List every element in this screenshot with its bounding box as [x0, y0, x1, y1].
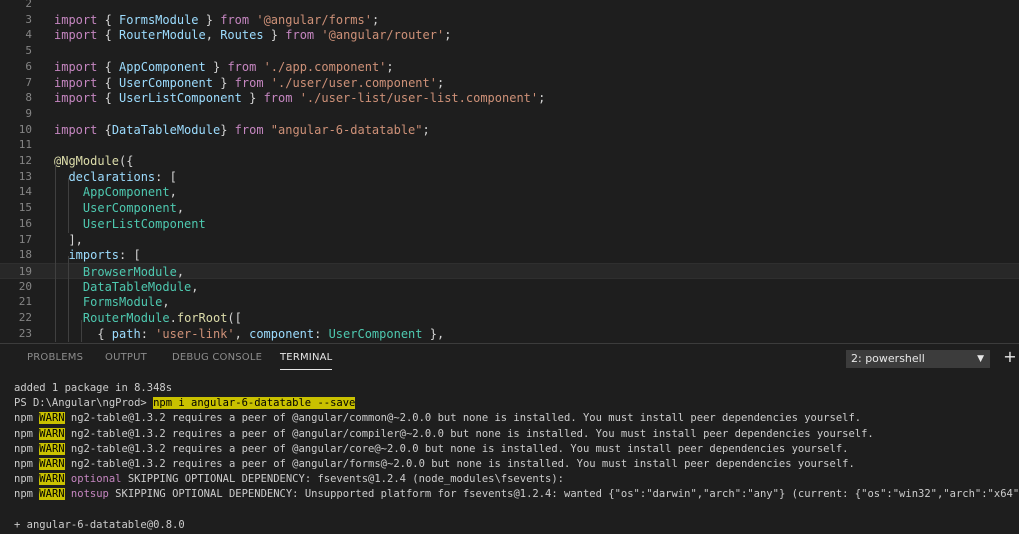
- tab-debug-console[interactable]: DEBUG CONSOLE: [172, 352, 262, 363]
- line-number: 14: [18, 185, 32, 199]
- terminal-line: npm WARN ng2-table@1.3.2 requires a peer…: [14, 457, 855, 470]
- code-text: import { AppComponent } from './app.comp…: [54, 59, 394, 74]
- line-number: 23: [18, 326, 32, 340]
- chevron-down-icon: ▼: [977, 354, 984, 364]
- code-line[interactable]: 9: [0, 106, 1019, 122]
- code-text: import { RouterModule, Routes } from '@a…: [54, 28, 452, 43]
- code-line[interactable]: 22 RouterModule.forRoot([: [0, 310, 1019, 326]
- line-number: 15: [18, 201, 32, 215]
- tab-problems[interactable]: PROBLEMS: [27, 352, 83, 363]
- tab-output[interactable]: OUTPUT: [105, 352, 147, 363]
- code-text: import { UserListComponent } from './use…: [54, 91, 546, 106]
- code-line[interactable]: 20 DataTableModule,: [0, 279, 1019, 295]
- terminal-line: npm WARN optional SKIPPING OPTIONAL DEPE…: [14, 473, 565, 486]
- code-line[interactable]: 18 imports: [: [0, 247, 1019, 263]
- code-line[interactable]: 6 import { AppComponent } from './app.com…: [0, 59, 1019, 75]
- line-number: 21: [18, 295, 32, 309]
- code-line[interactable]: 14 AppComponent,: [0, 184, 1019, 200]
- code-line[interactable]: 17 ],: [0, 232, 1019, 248]
- code-text: FormsModule,: [82, 295, 170, 310]
- code-text: UserComponent,: [82, 201, 185, 216]
- line-number: 5: [25, 44, 32, 58]
- line-number: 12: [18, 154, 32, 167]
- tab-terminal[interactable]: TERMINAL: [280, 352, 333, 370]
- code-text: AppComponent,: [82, 185, 177, 200]
- terminal-line: PS D:\Angular\ngProd> npm i angular-6-da…: [14, 397, 356, 410]
- line-number: 7: [25, 75, 32, 89]
- code-text: import { UserComponent } from './user/us…: [54, 75, 445, 90]
- code-text: DataTableModule,: [82, 279, 199, 294]
- code-text: declarations: [: [68, 169, 177, 184]
- code-line[interactable]: 21 FormsModule,: [0, 294, 1019, 310]
- line-number: 9: [25, 106, 32, 120]
- code-line[interactable]: 3 import { FormsModule } from '@angular/f…: [0, 12, 1019, 28]
- terminal-output[interactable]: added 1 package in 8.348s PS D:\Angular\n…: [14, 381, 1019, 533]
- code-line[interactable]: 5: [0, 43, 1019, 59]
- code-text: { path: 'user-link', component: UserComp…: [54, 326, 445, 341]
- terminal-line: npm WARN ng2-table@1.3.2 requires a peer…: [14, 412, 862, 425]
- code-line[interactable]: 4 import { RouterModule, Routes } from '@…: [0, 27, 1019, 43]
- code-text: import { FormsModule } from '@angular/fo…: [54, 12, 380, 27]
- code-line[interactable]: 16 UserListComponent: [0, 216, 1019, 232]
- code-line[interactable]: 19 BrowserModule,: [0, 262, 1019, 279]
- code-line[interactable]: 15 UserComponent,: [0, 200, 1019, 216]
- code-line[interactable]: 12 @NgModule({: [0, 153, 1019, 169]
- bottom-panel: PROBLEMS OUTPUT DEBUG CONSOLE TERMINAL 2…: [0, 343, 1019, 534]
- code-text: UserListComponent: [82, 216, 206, 231]
- line-number: 10: [18, 122, 32, 136]
- line-number: 2: [25, 0, 32, 10]
- line-number: 18: [18, 248, 32, 262]
- line-number: 16: [18, 216, 32, 230]
- terminal-select-value: 2: powershell: [851, 352, 925, 365]
- line-number: 19: [18, 264, 32, 278]
- code-line[interactable]: 2: [0, 0, 1019, 12]
- terminal-line: npm WARN ng2-table@1.3.2 requires a peer…: [14, 442, 849, 455]
- code-line[interactable]: 7 import { UserComponent } from './user/u…: [0, 75, 1019, 91]
- line-number: 13: [18, 169, 32, 183]
- terminal-line: npm WARN ng2-table@1.3.2 requires a peer…: [14, 427, 874, 440]
- code-text: ],: [54, 232, 83, 247]
- panel-tabs: PROBLEMS OUTPUT DEBUG CONSOLE TERMINAL: [0, 344, 820, 374]
- code-text: RouterModule.forRoot([: [82, 311, 242, 325]
- line-number: 17: [18, 232, 32, 246]
- add-terminal-button[interactable]: +: [1002, 348, 1018, 366]
- code-line[interactable]: 23 { path: 'user-link', component: UserC…: [0, 326, 1019, 342]
- line-number: 3: [25, 12, 32, 26]
- code-text: imports: [: [68, 248, 141, 263]
- terminal-select[interactable]: 2: powershell ▼: [846, 350, 990, 368]
- code-text: BrowserModule,: [82, 264, 185, 279]
- indent-guide: [68, 178, 69, 233]
- code-line[interactable]: 13 declarations: [: [0, 169, 1019, 185]
- code-line[interactable]: 11: [0, 137, 1019, 153]
- indent-guide: [55, 162, 56, 342]
- indent-guide: [68, 256, 69, 342]
- line-number: 8: [25, 91, 32, 105]
- code-editor[interactable]: 2 3 import { FormsModule } from '@angular/…: [0, 0, 1019, 343]
- line-number: 4: [25, 28, 32, 42]
- terminal-line: npm WARN notsup SKIPPING OPTIONAL DEPEND…: [14, 488, 1019, 501]
- indent-guide: [81, 320, 82, 342]
- line-number: 11: [18, 138, 32, 152]
- line-number: 6: [25, 59, 32, 73]
- terminal-line: + angular-6-datatable@0.8.0: [14, 518, 185, 531]
- code-line[interactable]: 10 import {DataTableModule} from "angular…: [0, 122, 1019, 138]
- code-text: import {DataTableModule} from "angular-6…: [54, 122, 430, 137]
- line-number: 20: [18, 279, 32, 293]
- code-text: @NgModule({: [54, 154, 134, 168]
- code-line[interactable]: 8 import { UserListComponent } from './us…: [0, 90, 1019, 106]
- terminal-line: added 1 package in 8.348s: [14, 382, 173, 394]
- line-number: 22: [18, 311, 32, 324]
